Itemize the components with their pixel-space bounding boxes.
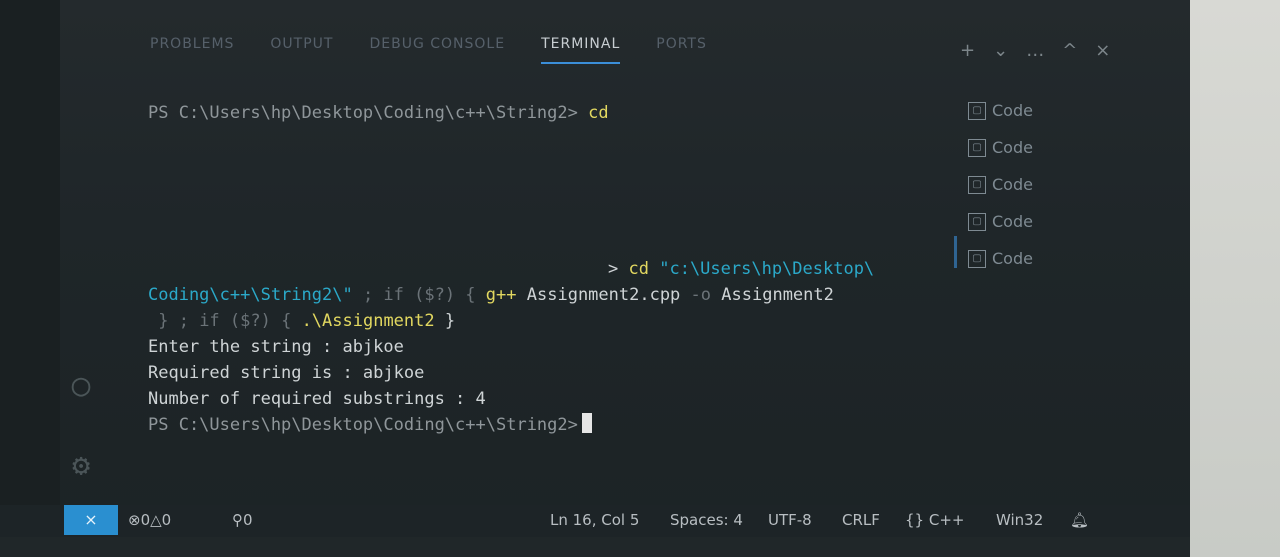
status-bar: ⨯ ⊗0△0 ⚲0 Ln 16, Col 5 Spaces: 4 UTF-8 C… xyxy=(0,505,1190,537)
account-icon[interactable]: ◯ xyxy=(72,368,90,403)
activity-bar xyxy=(0,0,60,505)
flag: -o xyxy=(690,285,712,305)
program-output-line: Enter the string : abjkoe xyxy=(148,337,404,357)
operator: ; if ($?) { xyxy=(362,285,476,305)
warning-icon: △ xyxy=(150,511,162,529)
broadcast-icon: ⚲ xyxy=(232,511,243,529)
error-icon: ⊗ xyxy=(128,511,141,529)
language-label: C++ xyxy=(928,511,965,529)
tab-output[interactable]: OUTPUT xyxy=(270,30,333,70)
terminal-output[interactable]: PS C:\Users\hp\Desktop\Coding\c++\String… xyxy=(148,100,938,438)
ports-indicator[interactable]: ⚲0 xyxy=(232,511,253,529)
path-string: "c:\Users\hp\Desktop\ xyxy=(659,259,875,279)
tab-terminal[interactable]: TERMINAL xyxy=(541,30,621,64)
selected-terminal-indicator xyxy=(954,236,957,268)
output-arg: Assignment2 xyxy=(721,285,834,305)
terminal-icon: ▢ xyxy=(968,249,986,268)
remote-button[interactable]: ⨯ xyxy=(64,505,118,535)
terminal-list: ▢ Code ▢ Code ▢ Code ▢ Code ▢ Code xyxy=(968,92,1033,277)
command: cd xyxy=(588,103,609,123)
panel-tabs: PROBLEMS OUTPUT DEBUG CONSOLE TERMINAL P… xyxy=(150,30,707,70)
terminal-line: PS C:\Users\hp\Desktop\Coding\c++\String… xyxy=(148,100,938,126)
gear-icon[interactable]: ⚙ xyxy=(72,448,90,483)
terminal-name: Code xyxy=(992,175,1033,194)
warning-count: 0 xyxy=(161,511,172,529)
operator: } ; if ($?) { xyxy=(158,311,292,331)
terminal-list-item[interactable]: ▢ Code xyxy=(968,92,1033,129)
ports-count: 0 xyxy=(243,511,253,529)
terminal-line: } ; if ($?) { .\Assignment2 } xyxy=(148,308,938,334)
terminal-list-item[interactable]: ▢ Code xyxy=(968,129,1033,166)
error-count: 0 xyxy=(140,511,151,529)
file-arg: Assignment2.cpp xyxy=(526,285,681,305)
remote-icon: ⨯ xyxy=(84,510,98,529)
notifications-icon[interactable]: 🔔︎ xyxy=(1070,511,1089,529)
program-output-line: Number of required substrings : 4 xyxy=(148,389,486,409)
encoding[interactable]: UTF-8 xyxy=(768,511,812,529)
language-mode[interactable]: {} C++ xyxy=(905,511,965,529)
command: g++ xyxy=(485,285,517,305)
line-endings[interactable]: CRLF xyxy=(842,511,880,529)
blank-area xyxy=(148,126,938,256)
new-terminal-button[interactable]: + xyxy=(960,40,975,61)
terminal-line: PS C:\Users\hp\Desktop\Coding\c++\String… xyxy=(148,412,938,438)
screen-bezel xyxy=(0,537,1190,557)
dropdown-button[interactable]: ⌄ xyxy=(993,40,1008,61)
background-wall xyxy=(1190,0,1280,557)
problems-indicator[interactable]: ⊗0△0 xyxy=(128,511,171,529)
terminal-icon: ▢ xyxy=(968,138,986,157)
close-panel-button[interactable]: × xyxy=(1095,40,1110,61)
braces-icon: {} xyxy=(905,511,925,529)
terminal-icon: ▢ xyxy=(968,175,986,194)
vscode-window: ◯ ⚙ PROBLEMS OUTPUT DEBUG CONSOLE TERMIN… xyxy=(0,0,1190,557)
tab-debug-console[interactable]: DEBUG CONSOLE xyxy=(369,30,505,70)
terminal-name: Code xyxy=(992,212,1033,231)
more-actions-button[interactable]: … xyxy=(1026,40,1044,61)
cursor-position[interactable]: Ln 16, Col 5 xyxy=(550,511,639,529)
prompt-marker: > xyxy=(608,259,619,279)
brace: } xyxy=(444,311,456,331)
command: .\Assignment2 xyxy=(301,311,435,331)
panel-actions: + ⌄ … ^ × xyxy=(960,40,1110,61)
terminal-line: Coding\c++\String2\" ; if ($?) { g++ Ass… xyxy=(148,282,938,308)
program-output-line: Required string is : abjkoe xyxy=(148,363,425,383)
terminal-line: > cd "c:\Users\hp\Desktop\ xyxy=(148,256,938,282)
terminal-icon: ▢ xyxy=(968,101,986,120)
maximize-panel-button[interactable]: ^ xyxy=(1062,40,1077,61)
terminal-name: Code xyxy=(992,101,1033,120)
tab-ports[interactable]: PORTS xyxy=(656,30,707,70)
command: cd xyxy=(628,259,649,279)
tab-problems[interactable]: PROBLEMS xyxy=(150,30,234,70)
terminal-list-item[interactable]: ▢ Code xyxy=(968,203,1033,240)
prompt: PS C:\Users\hp\Desktop\Coding\c++\String… xyxy=(148,103,578,123)
platform[interactable]: Win32 xyxy=(996,511,1043,529)
terminal-cursor xyxy=(581,413,592,433)
terminal-name: Code xyxy=(992,138,1033,157)
prompt: PS C:\Users\hp\Desktop\Coding\c++\String… xyxy=(148,415,578,435)
terminal-list-item[interactable]: ▢ Code xyxy=(968,240,1033,277)
terminal-list-item[interactable]: ▢ Code xyxy=(968,166,1033,203)
terminal-icon: ▢ xyxy=(968,212,986,231)
path-string: Coding\c++\String2\" xyxy=(148,285,353,305)
terminal-name: Code xyxy=(992,249,1033,268)
indentation[interactable]: Spaces: 4 xyxy=(670,511,743,529)
